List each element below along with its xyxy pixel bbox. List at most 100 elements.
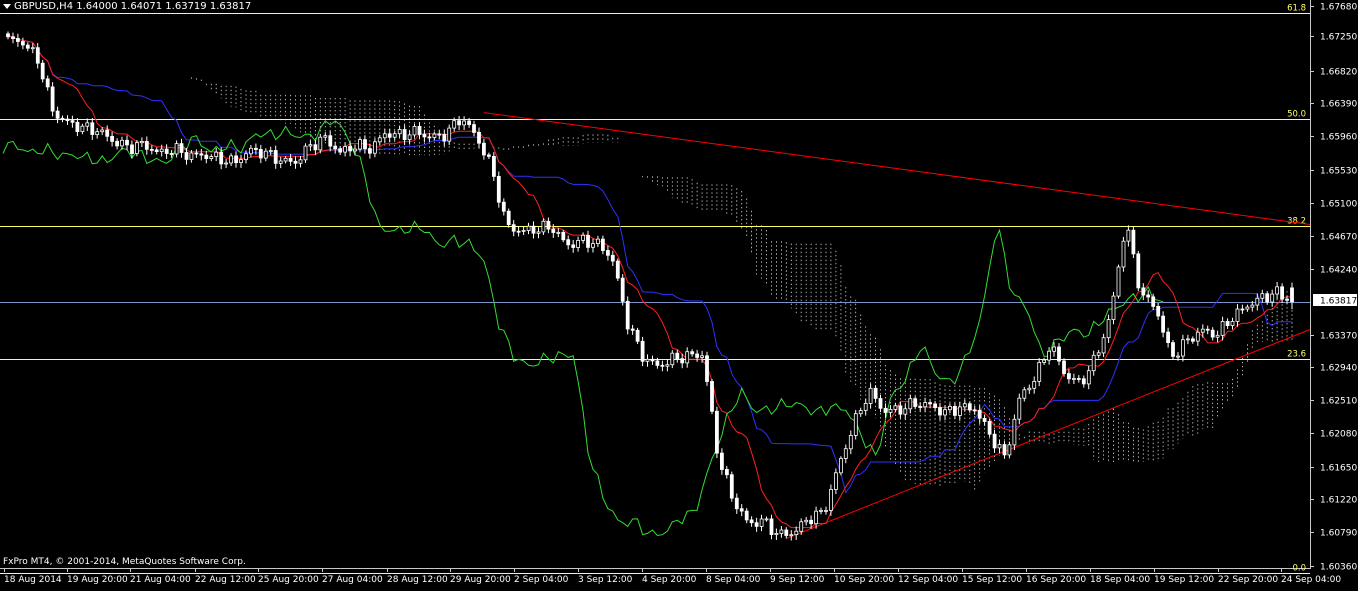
bull-candle-body	[1270, 293, 1275, 303]
price-chart[interactable]: 61.8 50.0 38.2 23.6 0.0 1.67680 1.67250 1.6682…	[0, 0, 1358, 587]
bear-candle-body	[65, 118, 70, 121]
candle	[1012, 414, 1017, 450]
candle	[50, 82, 55, 117]
bear-candle-body	[655, 360, 660, 366]
bear-candle-body	[739, 508, 744, 512]
bull-candle-body	[343, 146, 348, 153]
bear-candle-body	[219, 151, 224, 165]
bear-candle-body	[437, 133, 442, 136]
bull-candle-body	[1195, 331, 1200, 342]
bear-candle-body	[427, 136, 432, 139]
bear-candle-body	[710, 381, 714, 412]
bear-candle-body	[571, 244, 576, 248]
bull-candle-body	[829, 488, 833, 511]
bull-candle-body	[323, 135, 328, 138]
bear-candle-body	[809, 519, 813, 525]
bull-candle-body	[1072, 378, 1076, 380]
bear-candle-body	[898, 405, 903, 415]
bull-candle-body	[397, 129, 402, 135]
bear-candle-body	[11, 36, 15, 39]
bear-candle-body	[1131, 229, 1136, 255]
bear-candle-body	[496, 175, 501, 203]
bull-candle-body	[85, 122, 90, 127]
bull-candle-body	[1121, 240, 1126, 268]
bear-candle-body	[1002, 444, 1007, 456]
price-axis-label: 1.64670	[1320, 233, 1357, 243]
bull-candle-body	[1220, 320, 1225, 336]
bear-candle-body	[1136, 253, 1141, 289]
dropdown-arrow-icon[interactable]	[3, 3, 11, 9]
bull-candle-body	[799, 521, 804, 532]
bull-candle-body	[447, 127, 452, 142]
bear-candle-body	[179, 143, 184, 153]
bear-candle-body	[972, 409, 977, 412]
bear-candle-body	[744, 510, 749, 521]
bear-candle-body	[566, 239, 571, 246]
bull-candle-body	[263, 150, 268, 159]
price-axis-label: 1.66820	[1320, 68, 1357, 78]
bear-candle-body	[506, 210, 511, 225]
bull-candle-body	[159, 148, 164, 153]
bear-candle-body	[313, 144, 318, 151]
bull-candle-body	[1037, 361, 1042, 382]
candle	[1131, 226, 1136, 258]
bear-candle-body	[992, 433, 997, 449]
time-axis-label: 3 Sep 12:00	[578, 575, 633, 585]
bull-candle-body	[407, 134, 412, 140]
bull-candle-body	[665, 364, 670, 367]
price-axis-label: 1.60790	[1320, 529, 1357, 539]
bull-candle-body	[893, 405, 898, 410]
price-axis-label: 1.64240	[1320, 266, 1357, 276]
bear-candle-body	[25, 44, 30, 49]
bear-candle-body	[293, 160, 298, 164]
bear-candle-body	[105, 129, 110, 137]
chart-canvas[interactable]: 61.850.038.223.60.0 1.676801.672501.6682…	[0, 0, 1358, 587]
bull-candle-body	[581, 234, 585, 241]
bull-candle-body	[962, 403, 967, 408]
bear-candle-body	[1067, 373, 1071, 380]
bear-candle-body	[164, 148, 169, 154]
candle	[729, 471, 734, 502]
bull-candle-body	[1235, 308, 1240, 322]
bull-candle-body	[576, 239, 580, 248]
bear-candle-body	[20, 41, 25, 46]
bull-candle-body	[685, 351, 690, 364]
time-axis-label: 8 Sep 04:00	[706, 575, 761, 585]
bear-candle-body	[1240, 308, 1245, 311]
bear-candle-body	[1151, 296, 1156, 307]
time-axis-label: 9 Sep 12:00	[770, 575, 825, 585]
bear-candle-body	[467, 120, 472, 125]
copyright-text: FxPro MT4, © 2001-2014, MetaQuotes Softw…	[3, 557, 246, 567]
bear-candle-body	[913, 398, 918, 407]
bull-candle-body	[80, 125, 85, 132]
candle	[710, 378, 714, 415]
bear-candle-body	[705, 355, 709, 382]
bull-candle-body	[591, 243, 595, 248]
candle	[635, 327, 640, 344]
bull-candle-body	[1116, 266, 1121, 297]
candle	[615, 258, 620, 281]
bull-candle-body	[1200, 328, 1205, 333]
bull-candle-body	[1047, 350, 1051, 361]
bull-candle-body	[1101, 337, 1106, 354]
bull-candle-body	[1255, 297, 1260, 306]
bear-candle-body	[784, 529, 789, 536]
time-axis-label: 10 Sep 20:00	[834, 575, 894, 585]
bear-candle-body	[1166, 331, 1170, 344]
bull-candle-body	[888, 408, 893, 413]
price-axis-label: 1.62940	[1320, 364, 1357, 374]
candle	[987, 418, 992, 438]
fibo-level-label: 50.0	[1287, 110, 1306, 120]
chart-header[interactable]: GBPUSD,H4 1.64000 1.64071 1.63719 1.6381…	[3, 1, 251, 12]
bear-candle-body	[1076, 378, 1081, 380]
time-axis-label: 28 Aug 12:00	[387, 575, 448, 585]
bear-candle-body	[1141, 287, 1146, 296]
bear-candle-body	[481, 142, 486, 156]
time-axis-label: 15 Sep 12:00	[962, 575, 1022, 585]
bear-candle-body	[606, 250, 610, 256]
candle	[491, 152, 496, 181]
bull-candle-body	[819, 509, 823, 512]
bear-candle-body	[933, 403, 937, 408]
bull-candle-body	[1176, 355, 1180, 358]
bear-candle-body	[1171, 342, 1175, 357]
